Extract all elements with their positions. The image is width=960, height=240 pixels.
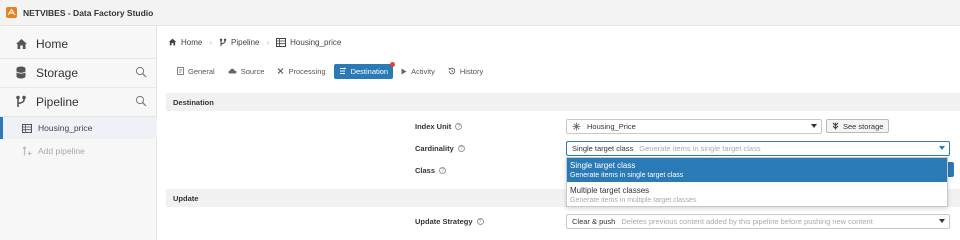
sidebar: Home Storage Pipeline Housing_price Add … xyxy=(0,27,157,240)
cardinality-value: Single target class xyxy=(572,144,634,153)
sidebar-item-pipeline[interactable]: Pipeline xyxy=(0,87,157,116)
sidebar-item-label: Pipeline xyxy=(36,94,79,109)
sidebar-item-label: Add pipeline xyxy=(38,146,85,156)
sidebar-item-home[interactable]: Home xyxy=(0,29,157,58)
branch-icon xyxy=(14,95,28,109)
main-content: Home › Pipeline › Housing_price General … xyxy=(158,27,960,240)
tab-history[interactable]: History xyxy=(443,64,488,79)
index-unit-icon xyxy=(572,122,581,131)
app-title-bar: NETVIBES - Data Factory Studio xyxy=(0,0,960,26)
search-icon[interactable] xyxy=(135,95,147,107)
help-icon[interactable]: ? xyxy=(439,167,447,174)
branch-icon xyxy=(219,38,227,47)
field-label-text: Cardinality xyxy=(415,144,454,153)
table-icon xyxy=(276,37,287,47)
destination-icon xyxy=(339,67,347,75)
cardinality-select[interactable]: Single target class Generate items in si… xyxy=(566,141,950,156)
field-label-text: Class xyxy=(415,166,436,175)
cardinality-label: Cardinality ? xyxy=(415,144,465,153)
tab-bar: General Source Processing Destination Ac… xyxy=(172,61,491,79)
database-icon xyxy=(14,66,28,80)
class-label: Class ? xyxy=(415,166,447,175)
update-strategy-label: Update Strategy ? xyxy=(415,217,484,226)
tab-label: Processing xyxy=(288,66,326,76)
storage-icon xyxy=(832,122,839,130)
option-title: Single target class xyxy=(570,160,636,170)
section-destination: Destination xyxy=(166,93,960,111)
table-icon xyxy=(22,123,32,133)
index-unit-value: Housing_Price xyxy=(587,122,636,131)
home-icon xyxy=(14,37,28,51)
chevron-down-icon xyxy=(811,124,817,128)
update-strategy-select[interactable]: Clear & push Deletes previous content ad… xyxy=(566,214,950,229)
cardinality-hint: Generate items in single target class xyxy=(639,144,761,153)
add-branch-icon xyxy=(22,146,32,156)
tab-label: History xyxy=(459,66,484,76)
update-strategy-hint: Deletes previous content added by this p… xyxy=(621,217,873,226)
sidebar-item-housing-price[interactable]: Housing_price xyxy=(0,117,157,139)
option-description: Generate items in multiple target classe… xyxy=(570,196,697,204)
sidebar-item-label: Storage xyxy=(36,65,79,80)
document-icon xyxy=(177,67,184,75)
option-title: Multiple target classes xyxy=(570,185,650,195)
tab-general[interactable]: General xyxy=(172,64,220,79)
sidebar-item-storage[interactable]: Storage xyxy=(0,58,157,87)
netvibes-logo-icon xyxy=(6,7,17,18)
help-icon[interactable]: ? xyxy=(476,218,484,225)
see-storage-button[interactable]: See storage xyxy=(826,119,890,133)
notification-dot xyxy=(390,61,396,67)
index-unit-select[interactable]: Housing_Price xyxy=(566,119,822,134)
dropdown-option-multiple[interactable]: Multiple target classes Generate items i… xyxy=(567,183,947,207)
play-icon xyxy=(401,68,407,75)
chevron-down-icon xyxy=(939,146,945,150)
function-icon xyxy=(277,67,284,75)
breadcrumb-pipeline[interactable]: Pipeline xyxy=(231,38,259,47)
field-label-text: Index Unit xyxy=(415,122,452,131)
breadcrumb-separator: › xyxy=(266,37,270,47)
tab-label: General xyxy=(188,66,215,76)
history-icon xyxy=(448,67,456,75)
app-title: NETVIBES - Data Factory Studio xyxy=(23,7,154,18)
breadcrumb-home[interactable]: Home xyxy=(181,38,202,47)
search-icon[interactable] xyxy=(135,66,147,78)
tab-source[interactable]: Source xyxy=(223,64,270,79)
cardinality-dropdown: Single target class Generate items in si… xyxy=(566,157,948,207)
field-label-text: Update Strategy xyxy=(415,217,473,226)
sidebar-item-label: Housing_price xyxy=(38,123,93,133)
breadcrumb: Home › Pipeline › Housing_price xyxy=(168,35,341,49)
dropdown-option-single[interactable]: Single target class Generate items in si… xyxy=(567,158,947,182)
tab-label: Destination xyxy=(350,66,389,76)
sidebar-item-label: Home xyxy=(36,36,69,51)
index-unit-label: Index Unit ? xyxy=(415,122,463,131)
tab-label: Activity xyxy=(411,66,435,76)
help-icon[interactable]: ? xyxy=(455,123,463,130)
option-description: Generate items in single target class xyxy=(570,171,684,179)
tab-processing[interactable]: Processing xyxy=(272,64,330,79)
help-icon[interactable]: ? xyxy=(457,145,465,152)
cloud-icon xyxy=(228,68,237,74)
tab-label: Source xyxy=(240,66,265,76)
chevron-down-icon xyxy=(939,219,945,223)
tab-activity[interactable]: Activity xyxy=(396,64,440,79)
tab-destination[interactable]: Destination xyxy=(333,61,396,79)
add-pipeline-button[interactable]: Add pipeline xyxy=(0,140,157,162)
button-label: See storage xyxy=(843,121,884,131)
home-icon xyxy=(168,38,177,46)
update-strategy-value: Clear & push xyxy=(572,217,616,226)
breadcrumb-separator: › xyxy=(209,37,213,47)
breadcrumb-current: Housing_price xyxy=(290,37,342,47)
